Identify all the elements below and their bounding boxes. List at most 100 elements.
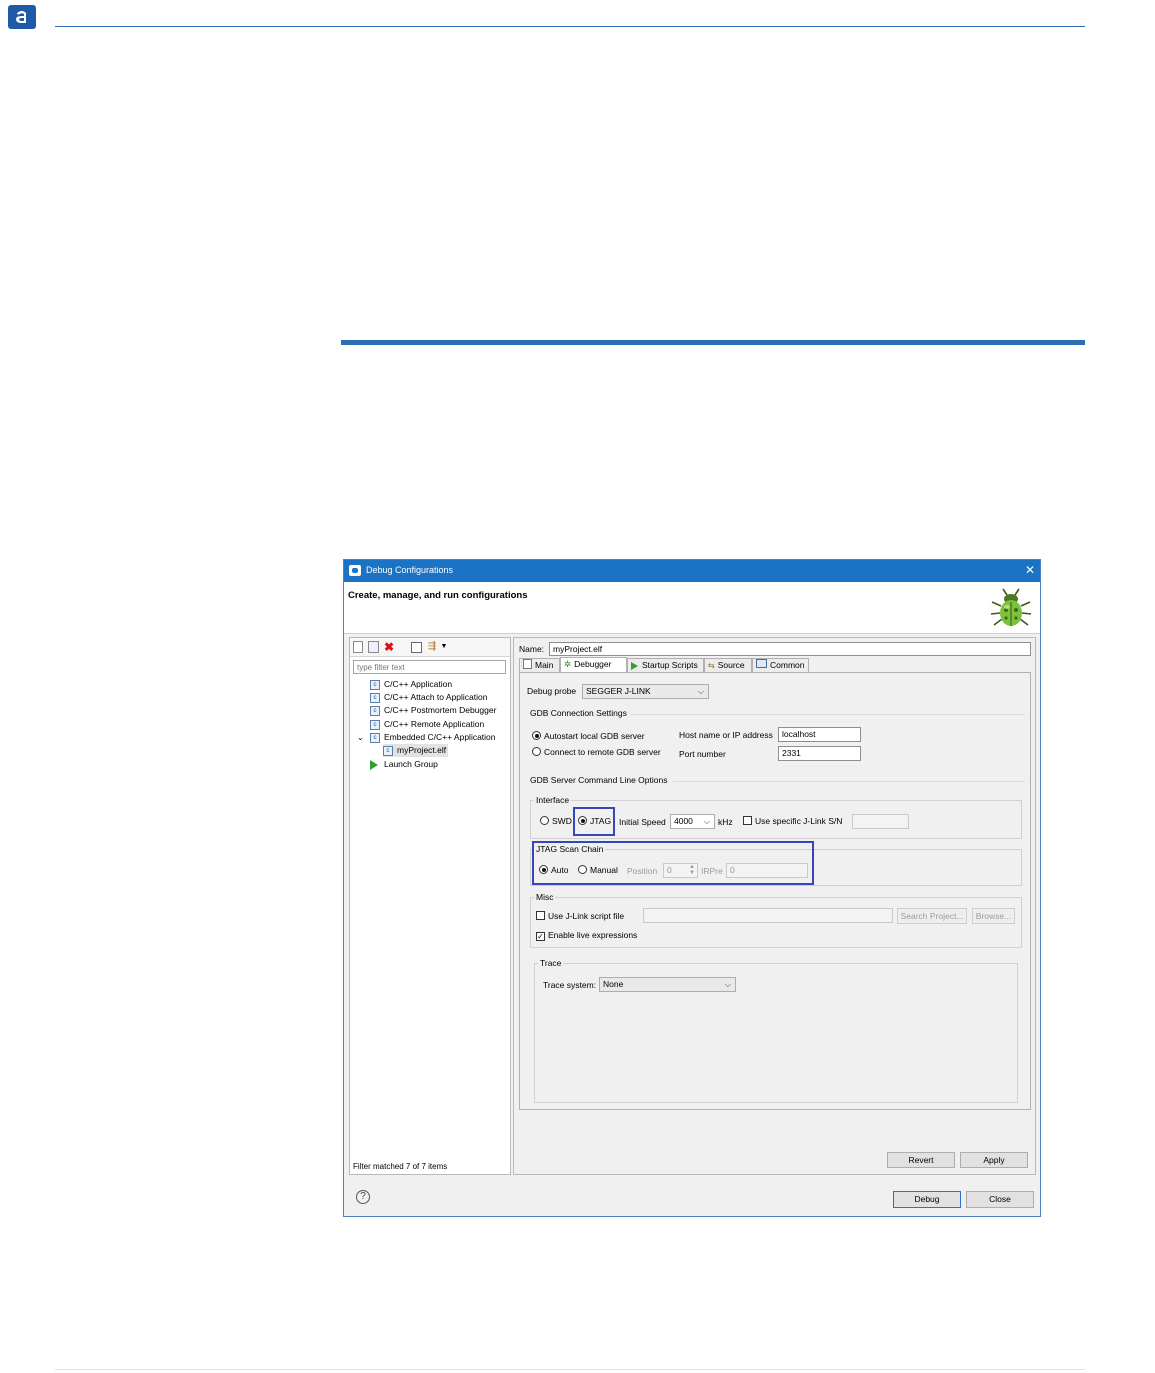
tab-main[interactable]: Main xyxy=(519,658,560,672)
debug-probe-select[interactable]: SEGGER J-LINK ⌵ xyxy=(582,684,709,699)
tree-item-label: C/C++ Attach to Application xyxy=(384,692,488,702)
tab-label: Main xyxy=(535,660,554,670)
radio-label: Connect to remote GDB server xyxy=(544,747,661,757)
script-path-input[interactable] xyxy=(643,908,893,923)
new-config-icon[interactable] xyxy=(353,641,363,653)
checkbox-label: Use specific J-Link S/N xyxy=(755,816,843,826)
tree-item-label: C/C++ Remote Application xyxy=(384,719,485,729)
duplicate-icon[interactable] xyxy=(368,641,379,653)
filter-status: Filter matched 7 of 7 items xyxy=(353,1162,448,1171)
use-sn-checkbox[interactable]: Use specific J-Link S/N xyxy=(743,816,842,827)
gdb-connection-title: GDB Connection Settings xyxy=(530,708,627,718)
tree-item-embedded[interactable]: ⌄ c Embedded C/C++ Application xyxy=(357,731,496,744)
collapse-all-icon[interactable] xyxy=(411,642,422,653)
filter-input[interactable] xyxy=(353,660,506,674)
trace-system-select[interactable]: None ⌵ xyxy=(599,977,736,992)
tree-item[interactable]: c C/C++ Postmortem Debugger xyxy=(370,704,496,717)
tab-label: Startup Scripts xyxy=(642,660,698,670)
speed-label: Initial Speed xyxy=(619,817,666,827)
checkbox-unchecked xyxy=(743,816,752,825)
tree-item[interactable]: c C/C++ Remote Application xyxy=(370,718,484,731)
misc-title: Misc xyxy=(534,892,556,902)
name-input[interactable]: myProject.elf xyxy=(549,642,1031,656)
tab-debugger[interactable]: ✲ Debugger xyxy=(560,657,627,672)
search-project-button[interactable]: Search Project... xyxy=(897,908,967,924)
tree-item-label: C/C++ Application xyxy=(384,679,453,689)
speed-select[interactable]: 4000 ⌵ xyxy=(670,814,715,829)
tree-item-label: myProject.elf xyxy=(397,745,447,755)
dialog-title: Debug Configurations xyxy=(366,565,454,575)
common-icon xyxy=(756,659,767,668)
radio-label: SWD xyxy=(552,816,572,826)
revert-button[interactable]: Revert xyxy=(887,1152,955,1168)
close-icon[interactable]: ✕ xyxy=(1025,563,1035,577)
position-value: 0 xyxy=(667,865,672,875)
port-input[interactable]: 2331 xyxy=(778,746,861,761)
tab-common[interactable]: Common xyxy=(752,658,809,672)
use-script-checkbox[interactable]: Use J-Link script file xyxy=(536,911,624,922)
spinner-icon[interactable]: ▲ ▼ xyxy=(689,864,695,876)
checkbox-unchecked xyxy=(536,911,545,920)
swd-radio[interactable]: SWD xyxy=(540,816,572,827)
debug-probe-value: SEGGER J-LINK xyxy=(586,686,651,696)
page-icon xyxy=(523,659,532,669)
apply-button[interactable]: Apply xyxy=(960,1152,1028,1168)
c-file-icon: c xyxy=(370,732,380,743)
configuration-tree-panel: ✖ ⇶ ▼ c C/C++ Application c C/C++ Attach t… xyxy=(349,637,511,1175)
debug-button[interactable]: Debug xyxy=(893,1191,961,1208)
tab-startup-scripts[interactable]: Startup Scripts xyxy=(627,658,704,672)
app-icon xyxy=(349,565,361,576)
khz-label: kHz xyxy=(718,817,733,827)
radio-label: Auto xyxy=(551,865,569,875)
dialog-titlebar: Debug Configurations ✕ xyxy=(344,560,1040,582)
close-button[interactable]: Close xyxy=(966,1191,1034,1208)
irpre-input[interactable]: 0 xyxy=(726,863,808,878)
browse-button[interactable]: Browse... xyxy=(972,908,1015,924)
position-input[interactable]: 0 ▲ ▼ xyxy=(663,863,698,878)
radio-unselected xyxy=(578,865,587,874)
tree-item-selected[interactable]: c myProject.elf xyxy=(383,744,449,757)
c-file-icon: c xyxy=(370,719,380,730)
autostart-radio[interactable]: Autostart local GDB server xyxy=(532,731,645,742)
trace-title: Trace xyxy=(538,958,564,968)
tree-item[interactable]: Launch Group xyxy=(370,758,438,771)
debug-probe-label: Debug probe xyxy=(527,686,577,696)
tree-item[interactable]: c C/C++ Application xyxy=(370,678,452,691)
live-expressions-checkbox[interactable]: ✓ Enable live expressions xyxy=(536,930,637,941)
trace-system-value: None xyxy=(603,979,624,989)
banner-text: Create, manage, and run configurations xyxy=(348,590,528,601)
chevron-down-icon: ⌵ xyxy=(703,817,710,826)
tab-source[interactable]: ⇆ Source xyxy=(704,658,752,672)
tab-label: Debugger xyxy=(574,659,612,669)
brand-logo xyxy=(8,5,36,29)
tab-label: Source xyxy=(717,660,745,670)
footer-rule xyxy=(55,1369,1085,1370)
expand-chevron-icon[interactable]: ⌄ xyxy=(357,731,370,744)
source-icon: ⇆ xyxy=(708,661,715,670)
sn-input[interactable] xyxy=(852,814,909,829)
debugger-tab-body: Debug probe SEGGER J-LINK ⌵ GDB Connectio… xyxy=(519,672,1031,1110)
tree-item[interactable]: c C/C++ Attach to Application xyxy=(370,691,487,704)
jtag-highlight-box xyxy=(573,807,615,836)
checkbox-label: Enable live expressions xyxy=(548,930,638,940)
tree-toolbar: ✖ ⇶ ▼ xyxy=(350,638,510,657)
position-label: Position xyxy=(627,866,658,876)
trace-system-label: Trace system: xyxy=(543,980,597,990)
tree-item-label: Embedded C/C++ Application xyxy=(384,732,496,742)
irpre-label: IRPre xyxy=(701,866,723,876)
run-icon xyxy=(631,661,638,670)
chevron-down-icon[interactable]: ▼ xyxy=(438,641,450,653)
tab-label: Common xyxy=(770,660,805,670)
logo-letter-icon xyxy=(16,11,26,23)
help-icon[interactable]: ? xyxy=(356,1190,370,1204)
radio-unselected xyxy=(532,747,541,756)
host-input[interactable]: localhost xyxy=(778,727,861,742)
checkbox-checked: ✓ xyxy=(536,932,545,941)
divider xyxy=(673,781,1025,782)
filter-icon[interactable]: ⇶ xyxy=(426,641,438,653)
delete-icon[interactable]: ✖ xyxy=(383,641,395,653)
auto-radio[interactable]: Auto xyxy=(539,865,569,876)
remote-radio[interactable]: Connect to remote GDB server xyxy=(532,747,661,758)
manual-radio[interactable]: Manual xyxy=(578,865,618,876)
gdb-cmd-title: GDB Server Command Line Options xyxy=(530,775,668,785)
